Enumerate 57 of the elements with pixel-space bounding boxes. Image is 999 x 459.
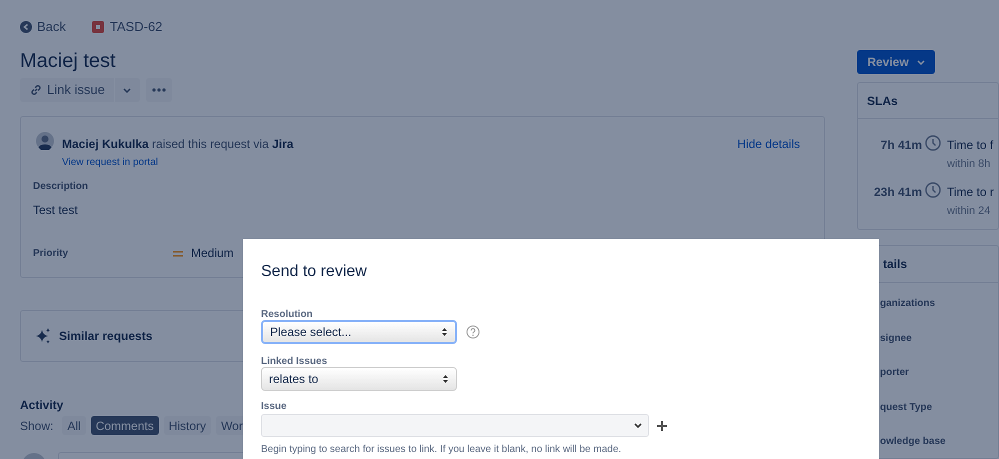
clock-icon (925, 182, 941, 198)
panel-title: tails (883, 256, 908, 273)
filter-tab[interactable]: All (62, 416, 86, 435)
avatar (36, 132, 54, 150)
updown-arrows-icon (442, 374, 449, 384)
more-icon (152, 88, 166, 92)
portal-link[interactable]: View request in portal (62, 155, 158, 170)
sla-goal: within 24 (947, 204, 992, 219)
back-icon (20, 20, 32, 33)
sla-time: 23h 41m (872, 184, 922, 201)
plus-icon (657, 421, 667, 431)
select-field[interactable]: Please select... (261, 320, 457, 344)
field-label: Description (33, 180, 88, 194)
show-label: Show: (20, 418, 54, 434)
select-field[interactable]: relates to (261, 367, 457, 391)
field-label: owledge base (880, 435, 946, 449)
issue-title: Maciej test (20, 49, 116, 74)
link-icon (29, 83, 43, 97)
review-button[interactable]: Review (857, 50, 935, 74)
filter-tab[interactable]: Comments (90, 416, 159, 435)
field-label: Priority (33, 247, 68, 261)
back-link[interactable]: Back (20, 17, 66, 36)
link-issue-button[interactable]: Link issue (20, 78, 114, 102)
sla-name: Time to f (947, 137, 994, 154)
chevron-down-icon (634, 423, 642, 428)
section-title: Activity (20, 397, 64, 414)
dialog-title: Send to review (261, 262, 367, 282)
sparkle-icon (35, 328, 51, 344)
filter-tab[interactable]: History (164, 416, 212, 435)
sla-name: Time to r (947, 184, 994, 201)
priority-medium-icon (173, 250, 183, 256)
avatar (22, 453, 46, 459)
panel-title: SLAs (858, 83, 998, 119)
field-label: quest Type (880, 400, 932, 414)
field-label: signee (880, 332, 912, 346)
more-button[interactable] (146, 78, 172, 102)
field-value: Test test (33, 202, 78, 219)
field-label: Issue (261, 400, 287, 414)
updown-arrows-icon (441, 327, 448, 337)
field-label: Resolution (261, 308, 313, 322)
field-label: ganizations (880, 297, 936, 311)
request-summary: Maciej Kukulka raised this request via Jira (62, 136, 294, 153)
field-hint: Begin typing to search for issues to link. If you leave it blank, no link will be made. (261, 443, 622, 457)
sla-goal: within 8h (947, 157, 992, 172)
chevron-down-icon (123, 88, 132, 92)
clock-icon (925, 135, 941, 151)
sla-time: 7h 41m (880, 137, 922, 154)
issue-key-link[interactable]: TASD-62 (110, 17, 162, 36)
chevron-down-icon (916, 60, 925, 64)
field-value: Medium (191, 245, 234, 262)
hide-details-link[interactable]: Hide details (737, 135, 800, 153)
panel-title: Similar requests (59, 328, 152, 345)
field-label: porter (880, 366, 909, 380)
field-label: Linked Issues (261, 355, 328, 369)
issue-picker-field[interactable] (261, 414, 649, 437)
issue-type-icon (92, 20, 104, 33)
dropdown-button[interactable] (114, 78, 140, 102)
